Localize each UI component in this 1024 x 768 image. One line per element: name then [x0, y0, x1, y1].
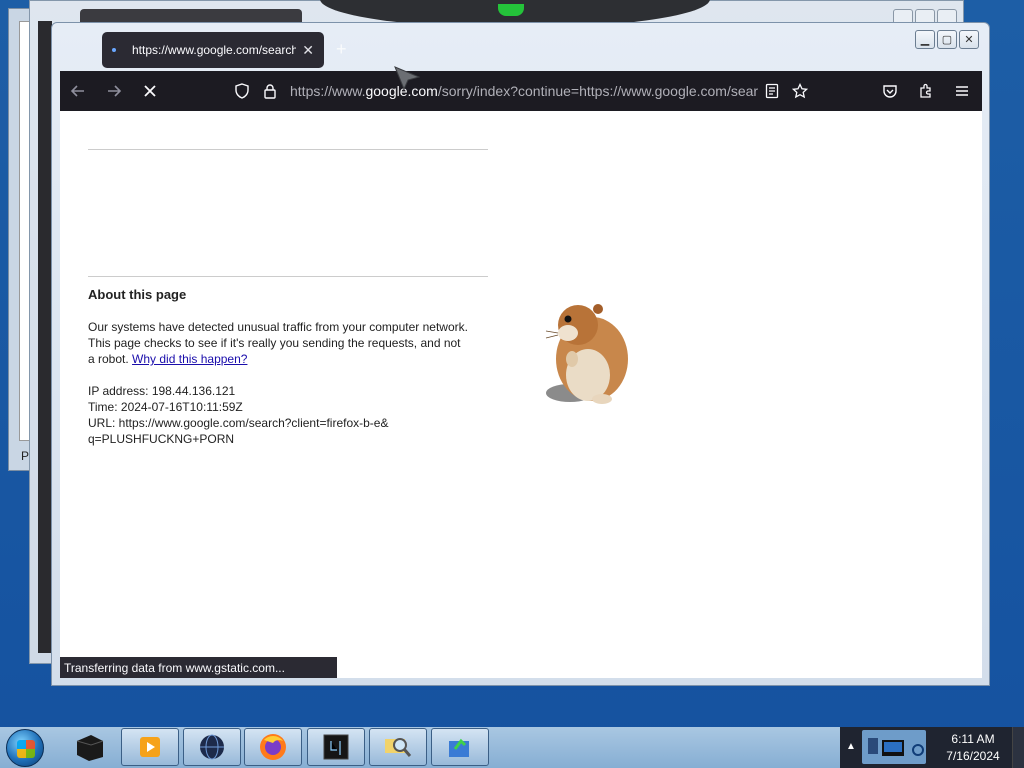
loading-favicon-icon	[112, 48, 116, 52]
tab-active[interactable]: https://www.google.com/search?client=fir…	[102, 32, 324, 68]
navigation-toolbar: https://www.google.com/sorry/index?conti…	[60, 71, 982, 111]
timestamp: Time: 2024-07-16T10:11:59Z	[88, 400, 243, 414]
window-controls: ▁ ▢ ✕	[915, 30, 979, 49]
mouse-cursor-icon	[394, 66, 420, 90]
stop-loading-icon[interactable]	[132, 71, 168, 111]
clock[interactable]: 6:11 AM 7/16/2024	[936, 731, 1010, 765]
taskbar-globe-button[interactable]	[183, 728, 241, 766]
clock-time: 6:11 AM	[951, 732, 995, 746]
back-arrow-icon[interactable]	[60, 71, 96, 111]
extensions-icon[interactable]	[912, 83, 940, 99]
pocket-icon[interactable]	[876, 83, 904, 99]
url-bar[interactable]: https://www.google.com/sorry/index?conti…	[228, 75, 814, 107]
firefox-window: https://www.google.com/search?client=fir…	[51, 22, 990, 686]
request-details: IP address: 198.44.136.121 Time: 2024-07…	[88, 383, 388, 447]
taskbar: ▲ 6:11 AM 7/16/2024	[0, 727, 1024, 768]
tray-expand-icon[interactable]: ▲	[846, 741, 856, 752]
firefox-icon	[260, 734, 286, 760]
taskbar-firefox-button[interactable]	[244, 728, 302, 766]
app-icon	[76, 735, 104, 761]
background-window-label: P	[21, 449, 30, 463]
tab-title: https://www.google.com/search?client=fir…	[132, 43, 297, 57]
reader-view-icon[interactable]	[758, 83, 786, 99]
minimize-button[interactable]: ▁	[915, 30, 935, 49]
globe-icon	[200, 734, 224, 760]
url-path: /sorry/index?continue=https://www.google…	[437, 83, 758, 99]
divider-middle	[88, 276, 488, 277]
divider-top	[88, 149, 488, 150]
taskbar-media-button[interactable]	[121, 728, 179, 766]
recycle-icon	[449, 738, 469, 757]
taskbar-app-button[interactable]	[60, 728, 118, 766]
lock-icon[interactable]	[256, 83, 284, 99]
new-tab-icon[interactable]: +	[336, 39, 347, 60]
forward-arrow-icon[interactable]	[96, 71, 132, 111]
search-magnifier-icon	[385, 738, 412, 757]
windows-flag-icon	[17, 740, 35, 758]
url-line-2: q=PLUSHFUCKNG+PORN	[88, 432, 235, 446]
hamster-image	[545, 304, 628, 404]
status-bar: Transferring data from www.gstatic.com..…	[60, 657, 337, 678]
show-desktop-button[interactable]	[1012, 727, 1024, 768]
about-text: Our systems have detected unusual traffi…	[88, 319, 468, 367]
toolbar-right-icons	[876, 71, 976, 111]
taskbar-recycle-button[interactable]	[431, 728, 489, 766]
media-player-icon	[140, 737, 160, 757]
taskbar-search-button[interactable]	[369, 728, 427, 766]
url-text[interactable]: https://www.google.com/sorry/index?conti…	[284, 83, 758, 99]
hamburger-menu-icon[interactable]	[948, 83, 976, 99]
background-window-edge	[38, 21, 52, 653]
titlebar: https://www.google.com/search?client=fir…	[52, 23, 989, 71]
tab-close-icon[interactable]: ✕	[302, 42, 314, 59]
notch-indicator-icon	[498, 4, 524, 16]
tray-icons[interactable]	[862, 730, 926, 764]
start-button[interactable]	[6, 729, 44, 767]
why-link[interactable]: Why did this happen?	[132, 352, 247, 366]
terminal-icon	[323, 734, 349, 760]
url-prefix: https://www.	[290, 83, 366, 99]
taskbar-terminal-button[interactable]	[307, 728, 365, 766]
system-tray: ▲ 6:11 AM 7/16/2024	[840, 727, 1024, 768]
tracking-shield-icon[interactable]	[228, 83, 256, 99]
ip-address: IP address: 198.44.136.121	[88, 384, 236, 398]
page-content: About this page Our systems have detecte…	[60, 111, 982, 678]
clock-date: 7/16/2024	[946, 749, 1000, 763]
network-computer-icon	[868, 738, 924, 756]
url-line-1: URL: https://www.google.com/search?clien…	[88, 416, 389, 430]
bookmark-star-icon[interactable]	[786, 83, 814, 99]
about-heading: About this page	[88, 287, 187, 302]
maximize-button[interactable]: ▢	[937, 30, 957, 49]
close-button[interactable]: ✕	[959, 30, 979, 49]
